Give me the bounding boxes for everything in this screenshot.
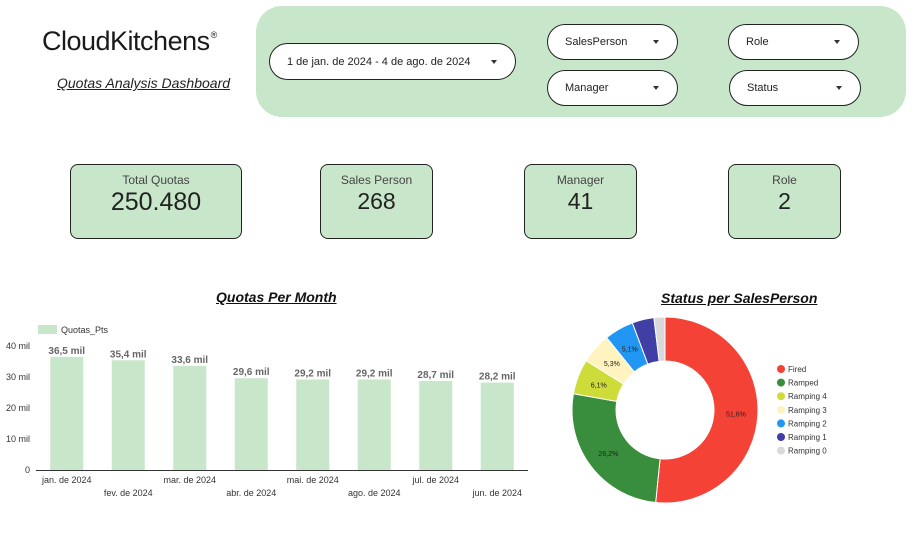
kpi-manager: Manager 41 — [524, 164, 637, 239]
status-filter[interactable]: Status — [729, 70, 861, 106]
date-range-value: 1 de jan. de 2024 - 4 de ago. de 2024 — [287, 55, 471, 68]
bar-data-label: 29,6 mil — [233, 367, 270, 378]
legend-label: Ramped — [788, 379, 818, 388]
donut-slice — [571, 393, 661, 504]
slice-label: 6,1% — [591, 382, 607, 389]
slice-label: 5,1% — [622, 346, 638, 353]
y-tick-label: 10 mil — [6, 434, 30, 444]
bar — [357, 379, 391, 470]
status-filter-label: Status — [747, 82, 779, 94]
manager-filter-label: Manager — [565, 82, 609, 94]
legend-dot — [777, 378, 785, 387]
donut-chart-title: Status per SalesPerson — [661, 290, 818, 306]
role-filter-label: Role — [746, 36, 769, 48]
logo-text: CloudKitchens — [42, 26, 210, 56]
kpi-sales-person: Sales Person 268 — [320, 164, 433, 239]
x-tick-label: ago. de 2024 — [348, 488, 401, 498]
bar-data-label: 36,5 mil — [48, 346, 85, 357]
bar — [296, 379, 330, 470]
kpi-label: Total Quotas — [122, 173, 190, 187]
salesperson-filter-label: SalesPerson — [565, 36, 628, 48]
bar-data-label: 29,2 mil — [294, 368, 331, 379]
bar-data-label: 33,6 mil — [171, 355, 208, 366]
legend-label: Fired — [788, 365, 806, 374]
bar — [480, 382, 514, 470]
bar-data-label: 29,2 mil — [356, 368, 393, 379]
bar — [50, 356, 84, 470]
y-tick-label: 0 — [25, 465, 30, 475]
bar-data-label: 28,7 mil — [417, 370, 454, 381]
chevron-down-icon — [653, 40, 659, 44]
kpi-value: 268 — [357, 188, 396, 214]
kpi-label: Role — [772, 173, 797, 187]
legend-label: Ramping 0 — [788, 447, 827, 456]
kpi-label: Manager — [556, 173, 605, 187]
legend-dot — [777, 419, 785, 428]
slice-label: 26,2% — [598, 451, 618, 458]
donut-slice — [655, 316, 759, 504]
chevron-down-icon — [491, 59, 497, 64]
bar-data-label: 35,4 mil — [110, 349, 147, 360]
bar-chart: Quotas_Pts 0 10 mil 20 mil 30 mil 40 mil 36,5 … — [6, 325, 528, 498]
kpi-value: 250.480 — [110, 188, 202, 216]
kpi-label: Sales Person — [340, 173, 413, 187]
kpi-value: 41 — [567, 188, 594, 214]
legend-dot — [777, 392, 785, 401]
legend-swatch — [38, 325, 57, 334]
y-tick-label: 20 mil — [6, 403, 30, 413]
donut-chart: 51,6% 26,2% 6,1% 5,3% 5,1% Fired Ramped Rampin… — [571, 316, 827, 504]
legend-label: Ramping 1 — [788, 433, 827, 442]
bar — [234, 378, 268, 470]
kpi-total-quotas: Total Quotas 250.480 — [70, 164, 242, 239]
x-tick-label: jan. de 2024 — [41, 475, 92, 485]
slice-label: 5,3% — [604, 361, 620, 368]
legend-label: Ramping 2 — [788, 419, 827, 428]
legend-dot — [777, 446, 785, 455]
y-tick-label: 30 mil — [6, 372, 30, 382]
legend-dot — [777, 433, 785, 441]
kpi-value: 2 — [778, 188, 791, 214]
dashboard-subtitle: Quotas Analysis Dashboard — [57, 75, 231, 91]
bar — [419, 381, 453, 470]
x-tick-label: jul. de 2024 — [411, 475, 459, 485]
bar — [111, 360, 145, 470]
x-tick-label: mai. de 2024 — [287, 475, 339, 485]
kpi-role: Role 2 — [728, 164, 841, 239]
salesperson-filter[interactable]: SalesPerson — [547, 24, 678, 60]
registered-mark: ® — [210, 30, 218, 40]
y-tick-label: 40 mil — [6, 341, 30, 351]
legend-label: Ramping 3 — [788, 406, 827, 415]
bar-chart-title: Quotas Per Month — [216, 289, 337, 305]
legend-dot — [777, 365, 785, 373]
chevron-down-icon — [653, 86, 659, 90]
x-tick-label: mar. de 2024 — [163, 475, 216, 485]
role-filter[interactable]: Role — [728, 24, 859, 60]
x-tick-label: abr. de 2024 — [226, 488, 276, 498]
slice-label: 51,6% — [726, 412, 746, 419]
chevron-down-icon — [836, 86, 842, 90]
bar-data-label: 28,2 mil — [479, 372, 516, 383]
brand-logo: CloudKitchens® — [42, 26, 217, 57]
bar — [173, 365, 207, 470]
x-tick-label: jun. de 2024 — [471, 488, 522, 498]
x-tick-label: fev. de 2024 — [104, 488, 153, 498]
date-range-filter[interactable]: 1 de jan. de 2024 - 4 de ago. de 2024 — [269, 43, 516, 80]
legend-label: Ramping 4 — [788, 392, 827, 401]
legend-dot — [777, 405, 785, 414]
manager-filter[interactable]: Manager — [547, 70, 678, 106]
chevron-down-icon — [834, 40, 840, 44]
legend-label: Quotas_Pts — [61, 325, 109, 335]
